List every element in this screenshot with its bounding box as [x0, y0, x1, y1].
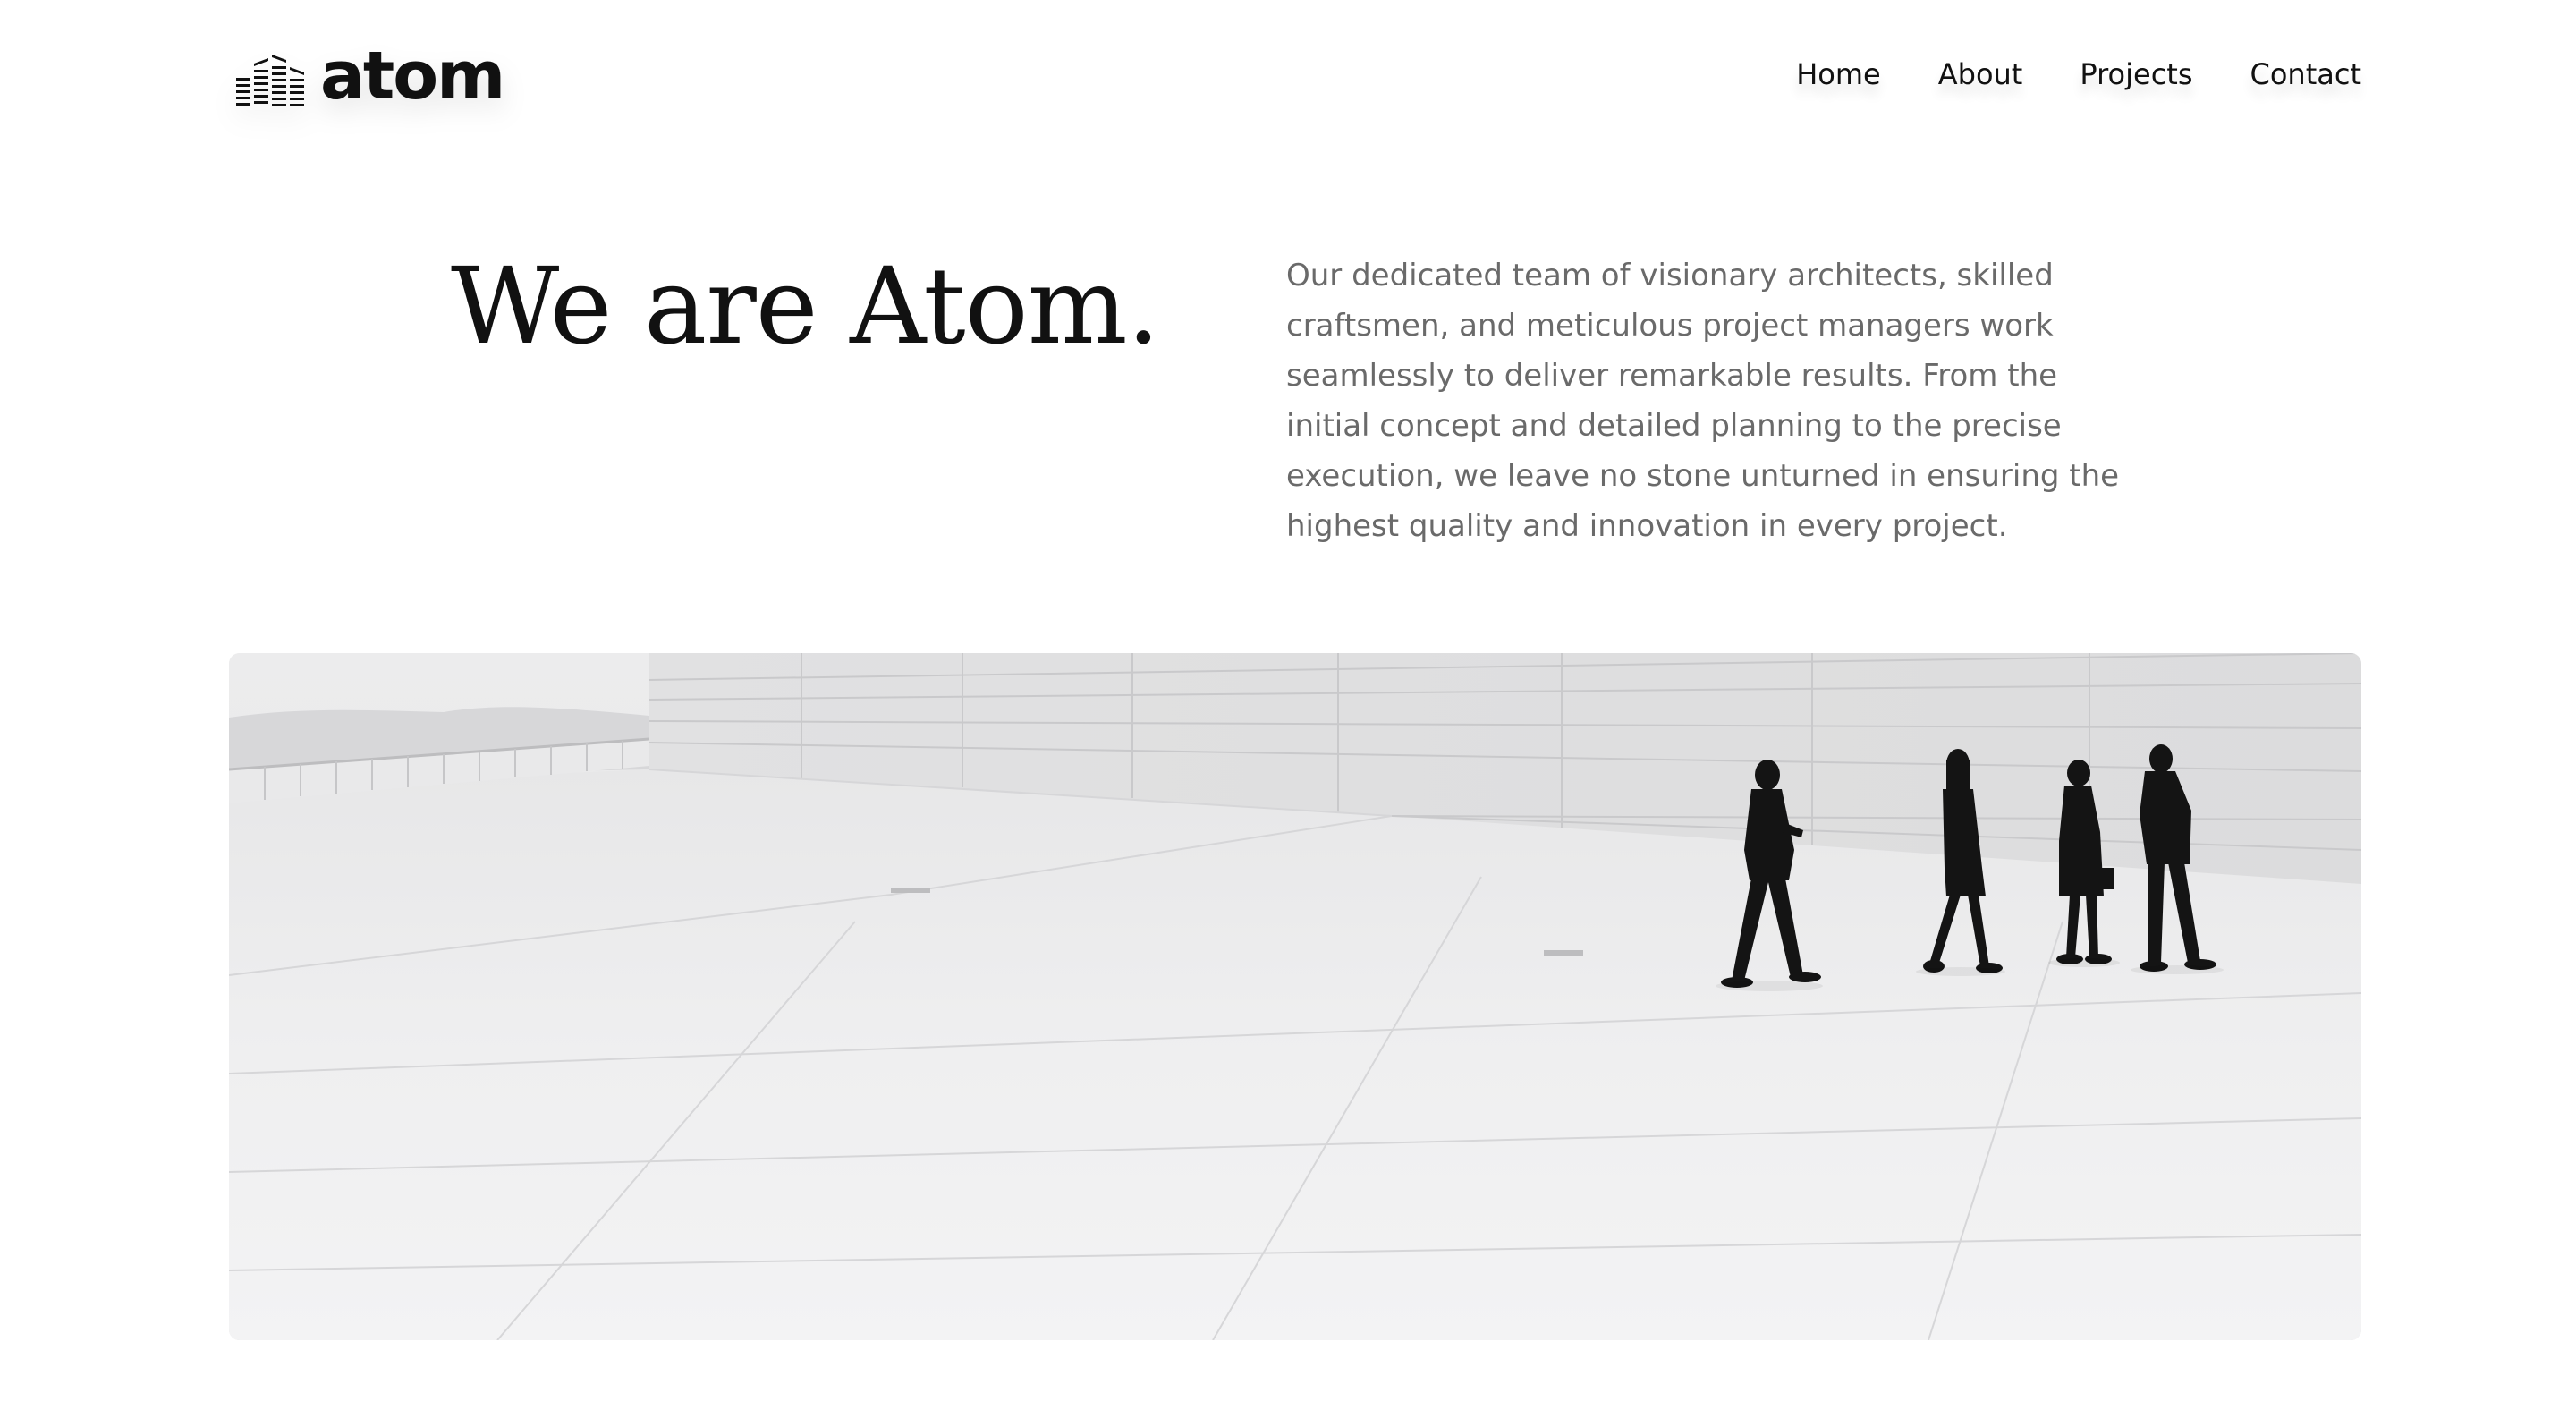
nav-link-contact[interactable]: Contact: [2250, 58, 2362, 90]
site-header: atom Home About Projects Contact: [0, 0, 2576, 161]
hero-title: We are Atom.: [451, 244, 1160, 368]
nav-link-about[interactable]: About: [1938, 58, 2023, 90]
hero-image: [229, 653, 2361, 1340]
plaza-photo-illustration: [229, 653, 2361, 1340]
main-nav: Home About Projects Contact: [1796, 58, 2362, 90]
nav-link-projects[interactable]: Projects: [2080, 58, 2192, 90]
hero-description: Our dedicated team of visionary architec…: [1286, 258, 2120, 544]
nav-link-home[interactable]: Home: [1796, 58, 1881, 90]
brand-logo[interactable]: atom: [234, 43, 505, 113]
brand-name: atom: [320, 38, 505, 115]
city-buildings-icon: [236, 55, 304, 106]
